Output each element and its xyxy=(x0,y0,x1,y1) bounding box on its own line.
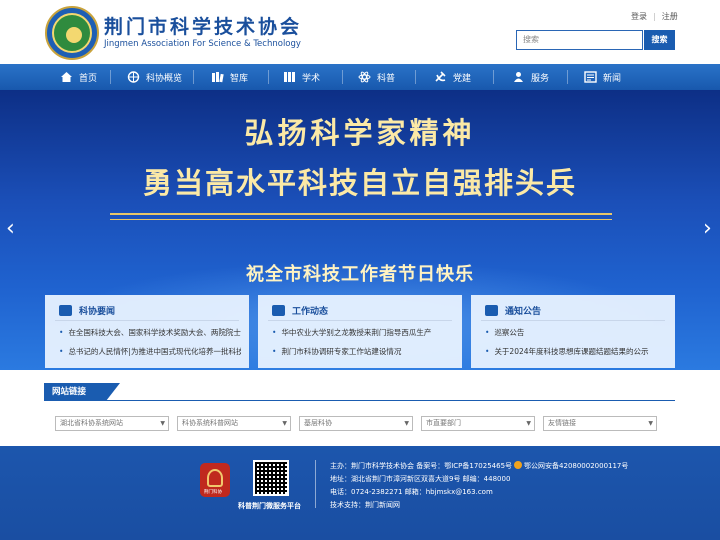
qr-label: 科普荆门微服务平台 xyxy=(238,502,301,510)
link-select-friends[interactable]: 友情链接 ▼ xyxy=(543,416,657,431)
nav-item-service[interactable]: 服务 xyxy=(512,64,549,90)
footer-address: 地址：湖北省荆门市漳河新区双喜大道9号 邮编：448000 xyxy=(330,475,511,483)
footer-contact: 电话：0724-2382271 邮箱：hbjmskx@163.com xyxy=(330,488,493,496)
nav-item-news[interactable]: 新闻 xyxy=(584,64,621,90)
nav-label: 科协概览 xyxy=(146,73,183,84)
atom-icon xyxy=(358,71,371,83)
site-subtitle: Jingmen Association For Science & Techno… xyxy=(104,39,301,49)
nav-label: 学术 xyxy=(302,73,321,84)
news-icon xyxy=(59,305,72,316)
news-card: 科协要闻 在全国科技大会、国家科学技术奖励大会、两院院士大会上的讲话 总书记的人… xyxy=(45,295,249,368)
books-icon xyxy=(212,72,224,83)
chevron-down-icon: ▼ xyxy=(404,420,409,427)
police-badge-icon xyxy=(514,461,523,469)
nav-item-science-pop[interactable]: 科普 xyxy=(358,64,395,90)
chevron-down-icon: ▼ xyxy=(648,420,653,427)
list-item[interactable]: 关于2024年度科技思想库课题结题结果的公示 xyxy=(485,346,667,357)
nav-label: 新闻 xyxy=(603,73,622,84)
footer-logo: 荆门科协 xyxy=(200,463,230,497)
work-updates-card: 工作动态 华中农业大学别之龙教授来荆门指导西瓜生产 荆门市科协调研专家工作站建设… xyxy=(258,295,462,368)
nav-item-academic[interactable]: 学术 xyxy=(283,64,320,90)
notices-card: 通知公告 巡察公告 关于2024年度科技思想库课题结题结果的公示 xyxy=(471,295,675,368)
nav-item-think-tank[interactable]: 智库 xyxy=(211,64,248,90)
list-item[interactable]: 华中农业大学别之龙教授来荆门指导西瓜生产 xyxy=(272,327,454,338)
qr-code xyxy=(253,460,289,496)
chevron-down-icon: ▼ xyxy=(526,420,531,427)
site-header: 荆门市科学技术协会 Jingmen Association For Scienc… xyxy=(0,0,720,64)
chevron-down-icon: ▼ xyxy=(282,420,287,427)
nav-label: 科普 xyxy=(377,73,396,84)
links-section-title: 网站链接 xyxy=(44,383,106,401)
page: 荆门市科学技术协会 Jingmen Association For Scienc… xyxy=(0,0,720,540)
account-links: 登录 | 注册 xyxy=(631,12,678,21)
card-title[interactable]: 工作动态 xyxy=(292,304,328,317)
carousel-next-icon[interactable]: › xyxy=(703,218,712,240)
party-icon xyxy=(435,71,446,82)
search-input[interactable]: 搜索 xyxy=(516,30,643,50)
chevron-down-icon: ▼ xyxy=(160,420,165,427)
banner-divider xyxy=(110,213,612,215)
link-select-science-pop[interactable]: 科协系统科普网站 ▼ xyxy=(177,416,291,431)
list-item[interactable]: 在全国科技大会、国家科学技术奖励大会、两院院士大会上的讲话 xyxy=(59,327,241,338)
nav-label: 首页 xyxy=(79,73,98,84)
home-icon xyxy=(61,72,72,82)
banner-divider xyxy=(110,219,612,220)
card-title[interactable]: 科协要闻 xyxy=(79,304,115,317)
main-nav: 首页 科协概览 智库 学术 科普 党建 服务 新闻 xyxy=(0,64,720,90)
card-title[interactable]: 通知公告 xyxy=(505,304,541,317)
links-divider xyxy=(44,400,675,401)
register-link[interactable]: 注册 xyxy=(662,12,678,21)
document-icon xyxy=(272,305,285,316)
footer-sponsor: 主办：荆门市科学技术协会 备案号：鄂ICP备17025465号 鄂公网安备4208… xyxy=(330,461,629,470)
site-title: 荆门市科学技术协会 xyxy=(104,16,303,38)
nav-item-overview[interactable]: 科协概览 xyxy=(127,64,182,90)
banner-headline: 弘扬科学家精神 xyxy=(244,116,476,150)
association-logo[interactable] xyxy=(45,6,99,60)
list-item[interactable]: 荆门市科协调研专家工作站建设情况 xyxy=(272,346,454,357)
nav-label: 服务 xyxy=(531,73,550,84)
megaphone-icon xyxy=(485,305,498,316)
news-icon xyxy=(584,71,597,83)
login-link[interactable]: 登录 xyxy=(631,12,647,21)
nav-label: 党建 xyxy=(453,73,472,84)
nav-item-party[interactable]: 党建 xyxy=(434,64,471,90)
carousel-prev-icon[interactable]: ‹ xyxy=(6,218,15,240)
footer-tech-support: 技术支持：荆门新闻网 xyxy=(330,501,400,509)
link-select-provincial[interactable]: 湖北省科协系统网站 ▼ xyxy=(55,416,169,431)
banner-greeting: 祝全市科技工作者节日快乐 xyxy=(246,264,474,285)
shelf-icon xyxy=(284,72,295,82)
list-item[interactable]: 总书记的人民情怀|为推进中国式现代化培养一批科技人才 xyxy=(59,346,241,357)
banner-subheadline: 勇当高水平科技自立自强排头兵 xyxy=(142,166,577,200)
globe-icon xyxy=(127,71,140,83)
search-button[interactable]: 搜索 xyxy=(644,30,675,50)
list-item[interactable]: 巡察公告 xyxy=(485,327,667,338)
link-select-departments[interactable]: 市直要部门 ▼ xyxy=(421,416,535,431)
service-icon xyxy=(514,72,523,82)
footer-divider xyxy=(315,460,316,508)
link-select-grassroots[interactable]: 基层科协 ▼ xyxy=(299,416,413,431)
nav-item-home[interactable]: 首页 xyxy=(60,64,97,90)
nav-label: 智库 xyxy=(230,73,249,84)
